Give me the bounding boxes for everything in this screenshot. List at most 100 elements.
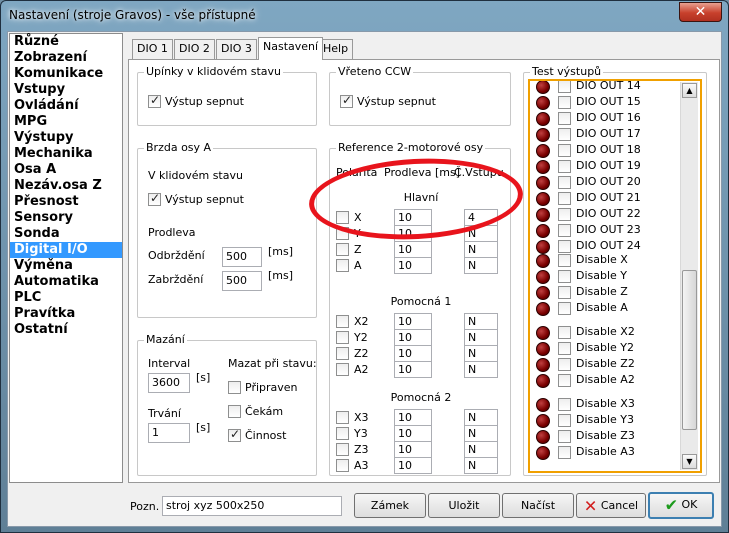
load-button[interactable]: Načíst (502, 493, 574, 518)
input-number-field[interactable]: 4 (464, 209, 498, 226)
output-checkbox[interactable] (558, 430, 571, 443)
sidebar-item[interactable]: Pravítka (10, 306, 122, 322)
output-checkbox[interactable] (558, 144, 571, 157)
sidebar-item[interactable]: PLC (10, 290, 122, 306)
input-number-field[interactable]: N (464, 329, 498, 346)
delay-input[interactable]: 10 (394, 457, 432, 474)
interval-input[interactable]: 3600 (148, 373, 190, 393)
lube-state-checkbox[interactable] (228, 427, 241, 442)
delay-input[interactable]: 10 (394, 209, 432, 226)
polarity-checkbox[interactable] (336, 347, 349, 360)
tab-dio-1[interactable]: DIO 1 (132, 39, 173, 59)
vreteno-output-checkbox[interactable] (340, 93, 353, 108)
output-checkbox[interactable] (558, 254, 571, 267)
lube-state-checkbox[interactable] (228, 405, 241, 418)
save-button[interactable]: Uložit (428, 493, 500, 518)
input-number-field[interactable]: N (464, 225, 498, 242)
polarity-checkbox[interactable] (336, 211, 349, 224)
tab-nastavení[interactable]: Nastavení (258, 37, 324, 60)
output-checkbox[interactable] (558, 176, 571, 189)
output-checkbox[interactable] (558, 81, 571, 93)
sidebar-item[interactable]: Přesnost (10, 194, 122, 210)
output-checkbox[interactable] (558, 128, 571, 141)
output-checkbox[interactable] (558, 302, 571, 315)
delay-input[interactable]: 10 (394, 409, 432, 426)
sidebar-item[interactable]: Ovládání (10, 98, 122, 114)
sidebar-item[interactable]: Osa A (10, 162, 122, 178)
delay-input[interactable]: 10 (394, 241, 432, 258)
sidebar-item[interactable]: Komunikace (10, 66, 122, 82)
output-checkbox[interactable] (558, 208, 571, 221)
output-checkbox[interactable] (558, 270, 571, 283)
output-checkbox[interactable] (558, 192, 571, 205)
sidebar-item[interactable]: Ostatní (10, 322, 122, 338)
lock-button[interactable]: Zámek (354, 493, 426, 518)
input-number-field[interactable]: N (464, 241, 498, 258)
delay-input[interactable]: 10 (394, 225, 432, 242)
delay-input[interactable]: 10 (394, 329, 432, 346)
scroll-thumb[interactable] (682, 270, 697, 430)
sidebar-item[interactable]: Mechanika (10, 146, 122, 162)
delay-input[interactable]: 10 (394, 425, 432, 442)
brake-input[interactable]: 500 (222, 271, 262, 291)
output-checkbox[interactable] (558, 96, 571, 109)
output-checkbox[interactable] (558, 286, 571, 299)
output-checkbox[interactable] (558, 414, 571, 427)
input-number-field[interactable]: N (464, 409, 498, 426)
sidebar-item[interactable]: Sonda (10, 226, 122, 242)
output-checkbox[interactable] (558, 224, 571, 237)
delay-input[interactable]: 10 (394, 345, 432, 362)
scroll-down-arrow[interactable]: ▼ (682, 454, 697, 469)
vertical-scrollbar[interactable]: ▲ ▼ (680, 82, 698, 470)
output-checkbox[interactable] (558, 358, 571, 371)
delay-input[interactable]: 10 (394, 313, 432, 330)
sidebar-item[interactable]: MPG (10, 114, 122, 130)
release-input[interactable]: 500 (222, 247, 262, 267)
sidebar-item[interactable]: Zobrazení (10, 50, 122, 66)
input-number-field[interactable]: N (464, 361, 498, 378)
polarity-checkbox[interactable] (336, 459, 349, 472)
category-list[interactable]: Různé Zobrazení Komunikace Vstupy Ovládání MP… (9, 33, 123, 483)
polarity-checkbox[interactable] (336, 227, 349, 240)
output-checkbox[interactable] (558, 160, 571, 173)
note-input[interactable]: stroj xyz 500x250 (162, 496, 342, 516)
input-number-field[interactable]: N (464, 313, 498, 330)
delay-input[interactable]: 10 (394, 361, 432, 378)
ok-button[interactable]: ✔ OK (648, 492, 714, 519)
output-checkbox[interactable] (558, 446, 571, 459)
polarity-checkbox[interactable] (336, 243, 349, 256)
delay-input[interactable]: 10 (394, 441, 432, 458)
sidebar-item[interactable]: Výstupy (10, 130, 122, 146)
upinky-output-checkbox[interactable] (148, 93, 161, 108)
output-checkbox[interactable] (558, 398, 571, 411)
duration-input[interactable]: 1 (148, 423, 190, 443)
input-number-field[interactable]: N (464, 425, 498, 442)
polarity-checkbox[interactable] (336, 315, 349, 328)
output-checkbox[interactable] (558, 112, 571, 125)
input-number-field[interactable]: N (464, 441, 498, 458)
cancel-button[interactable]: ✕ Cancel (576, 493, 646, 518)
sidebar-item[interactable]: Digital I/O (10, 242, 122, 258)
polarity-checkbox[interactable] (336, 443, 349, 456)
polarity-checkbox[interactable] (336, 259, 349, 272)
output-checkbox[interactable] (558, 240, 571, 253)
sidebar-item[interactable]: Vstupy (10, 82, 122, 98)
tab-dio-2[interactable]: DIO 2 (174, 39, 215, 59)
sidebar-item[interactable]: Sensory (10, 210, 122, 226)
polarity-checkbox[interactable] (336, 363, 349, 376)
lube-state-checkbox[interactable] (228, 381, 241, 394)
close-button[interactable]: ✕ (679, 2, 722, 22)
sidebar-item[interactable]: Nezáv.osa Z (10, 178, 122, 194)
output-checkbox[interactable] (558, 374, 571, 387)
output-checkbox[interactable] (558, 342, 571, 355)
output-checkbox[interactable] (558, 326, 571, 339)
delay-input[interactable]: 10 (394, 257, 432, 274)
brzda-output-checkbox[interactable] (148, 191, 161, 206)
tab-dio-3[interactable]: DIO 3 (216, 39, 257, 59)
polarity-checkbox[interactable] (336, 411, 349, 424)
input-number-field[interactable]: N (464, 345, 498, 362)
polarity-checkbox[interactable] (336, 427, 349, 440)
sidebar-item[interactable]: Automatika (10, 274, 122, 290)
tab-help[interactable]: Help (318, 39, 354, 59)
title-bar[interactable]: Nastavení (stroje Gravos) - vše přístupn… (1, 1, 728, 31)
